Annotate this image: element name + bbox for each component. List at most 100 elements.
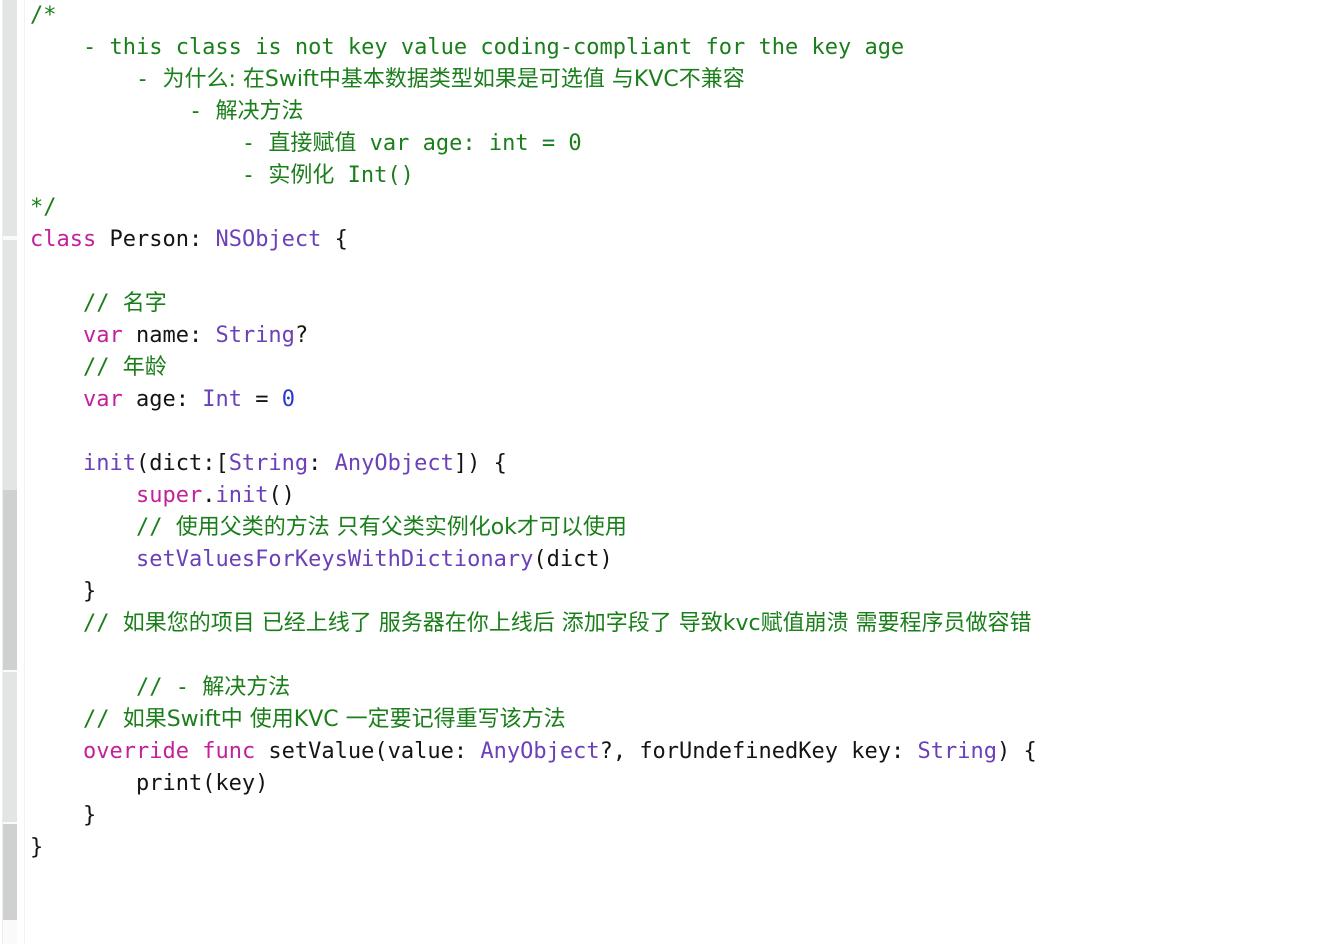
code-token: ]) { [453, 451, 507, 476]
code-token: NSObject [215, 227, 322, 252]
code-token: init [215, 483, 269, 508]
code-token: () [268, 483, 295, 508]
code-token: name: [122, 323, 216, 348]
code-token: : [308, 451, 335, 476]
code-token: Int [202, 387, 242, 412]
code-line[interactable]: /* [30, 0, 1328, 32]
editor-gutter [0, 0, 30, 944]
code-line[interactable] [30, 416, 1328, 448]
code-token: // - [30, 675, 203, 700]
code-token: } [30, 835, 44, 860]
code-line[interactable]: - 直接赋值 var age: int = 0 [30, 128, 1328, 160]
code-token: String [917, 739, 997, 764]
code-line[interactable]: print(key) [30, 768, 1328, 800]
code-token: 解决方法 [215, 99, 304, 124]
code-line[interactable]: */ [30, 192, 1328, 224]
code-line[interactable]: override func setValue(value: AnyObject?… [30, 736, 1328, 768]
code-token: // [30, 707, 123, 732]
code-line[interactable]: } [30, 576, 1328, 608]
code-line[interactable]: setValuesForKeysWithDictionary(dict) [30, 544, 1328, 576]
code-token: { [321, 227, 348, 252]
code-token: var age: int = 0 [356, 131, 582, 156]
code-line[interactable]: - 解决方法 [30, 96, 1328, 128]
code-line[interactable]: var name: String? [30, 320, 1328, 352]
code-line[interactable]: super.init() [30, 480, 1328, 512]
code-token: /* [30, 3, 57, 28]
code-token: 为什么: 在Swift中基本数据类型如果是可选值 与KVC不兼容 [162, 67, 745, 92]
code-token: 解决方法 [202, 675, 291, 700]
code-editor[interactable]: /* - this class is not key value coding-… [0, 0, 1328, 944]
code-token: override [82, 739, 189, 764]
scrollbar-segment[interactable] [3, 824, 17, 920]
code-token: String [215, 323, 295, 348]
code-line[interactable]: var age: Int = 0 [30, 384, 1328, 416]
code-token: (dict) [533, 547, 613, 572]
code-token: AnyObject [334, 451, 454, 476]
code-token: print(key) [30, 771, 269, 796]
code-token: // [30, 515, 176, 540]
code-line[interactable]: } [30, 800, 1328, 832]
code-token: String [228, 451, 309, 476]
code-token: // [30, 291, 123, 316]
code-token: Int() [334, 163, 414, 188]
code-line[interactable]: class Person: NSObject { [30, 224, 1328, 256]
code-token: 如果您的项目 已经上线了 服务器在你上线后 添加字段了 导致kvc赋值崩溃 需要… [122, 611, 1032, 636]
scrollbar-segment[interactable] [3, 0, 17, 236]
code-line[interactable]: - 为什么: 在Swift中基本数据类型如果是可选值 与KVC不兼容 [30, 64, 1328, 96]
code-token: ?, forUndefinedKey key: [599, 739, 918, 764]
code-token: ) { [996, 739, 1037, 764]
code-token: var [82, 387, 123, 412]
code-token: } [30, 579, 97, 604]
code-line[interactable]: // 使用父类的方法 只有父类实例化ok才可以使用 [30, 512, 1328, 544]
code-token: func [202, 739, 256, 764]
code-token: 如果Swift中 使用KVC 一定要记得重写该方法 [122, 707, 566, 732]
code-token: - this class is not key value coding-com… [30, 35, 905, 60]
code-token: super [135, 483, 203, 508]
scrollbar-segment[interactable] [3, 672, 17, 822]
code-token: // [30, 611, 123, 636]
scrollbar-segment[interactable] [3, 490, 17, 670]
code-token: init [82, 451, 136, 476]
code-token: ? [294, 323, 309, 348]
code-line[interactable]: // 年龄 [30, 352, 1328, 384]
code-token: - [30, 131, 269, 156]
code-token: . [202, 483, 216, 508]
code-token: Person: [96, 227, 216, 252]
code-token: 名字 [122, 291, 167, 316]
code-token: - [30, 163, 269, 188]
code-token: 直接赋值 [268, 131, 357, 156]
code-token: var [82, 323, 123, 348]
code-token: */ [30, 195, 57, 220]
code-token: setValue(value: [255, 739, 481, 764]
code-token: 0 [281, 387, 295, 412]
code-line[interactable]: - this class is not key value coding-com… [30, 32, 1328, 64]
code-token: class [30, 227, 97, 252]
code-line[interactable]: // 如果Swift中 使用KVC 一定要记得重写该方法 [30, 704, 1328, 736]
code-token: setValuesForKeysWithDictionary [135, 547, 534, 572]
code-token: 年龄 [122, 355, 167, 380]
code-token: 实例化 [268, 163, 335, 188]
code-line[interactable]: // 如果您的项目 已经上线了 服务器在你上线后 添加字段了 导致kvc赋值崩溃… [30, 608, 1328, 672]
code-line[interactable] [30, 256, 1328, 288]
code-line[interactable]: - 实例化 Int() [30, 160, 1328, 192]
code-token: = [241, 387, 282, 412]
code-token: AnyObject [480, 739, 600, 764]
scrollbar-segment[interactable] [3, 240, 17, 490]
code-line[interactable]: // - 解决方法 [30, 672, 1328, 704]
code-content[interactable]: /* - this class is not key value coding-… [30, 0, 1328, 944]
code-line[interactable]: init(dict:[String: AnyObject]) { [30, 448, 1328, 480]
code-token: // [30, 355, 123, 380]
code-line[interactable]: } [30, 832, 1328, 864]
code-token: - [30, 67, 163, 92]
gutter-rule-right [24, 0, 25, 944]
code-line[interactable]: // 名字 [30, 288, 1328, 320]
code-token: age: [122, 387, 203, 412]
code-token: 使用父类的方法 只有父类实例化ok才可以使用 [175, 515, 627, 540]
